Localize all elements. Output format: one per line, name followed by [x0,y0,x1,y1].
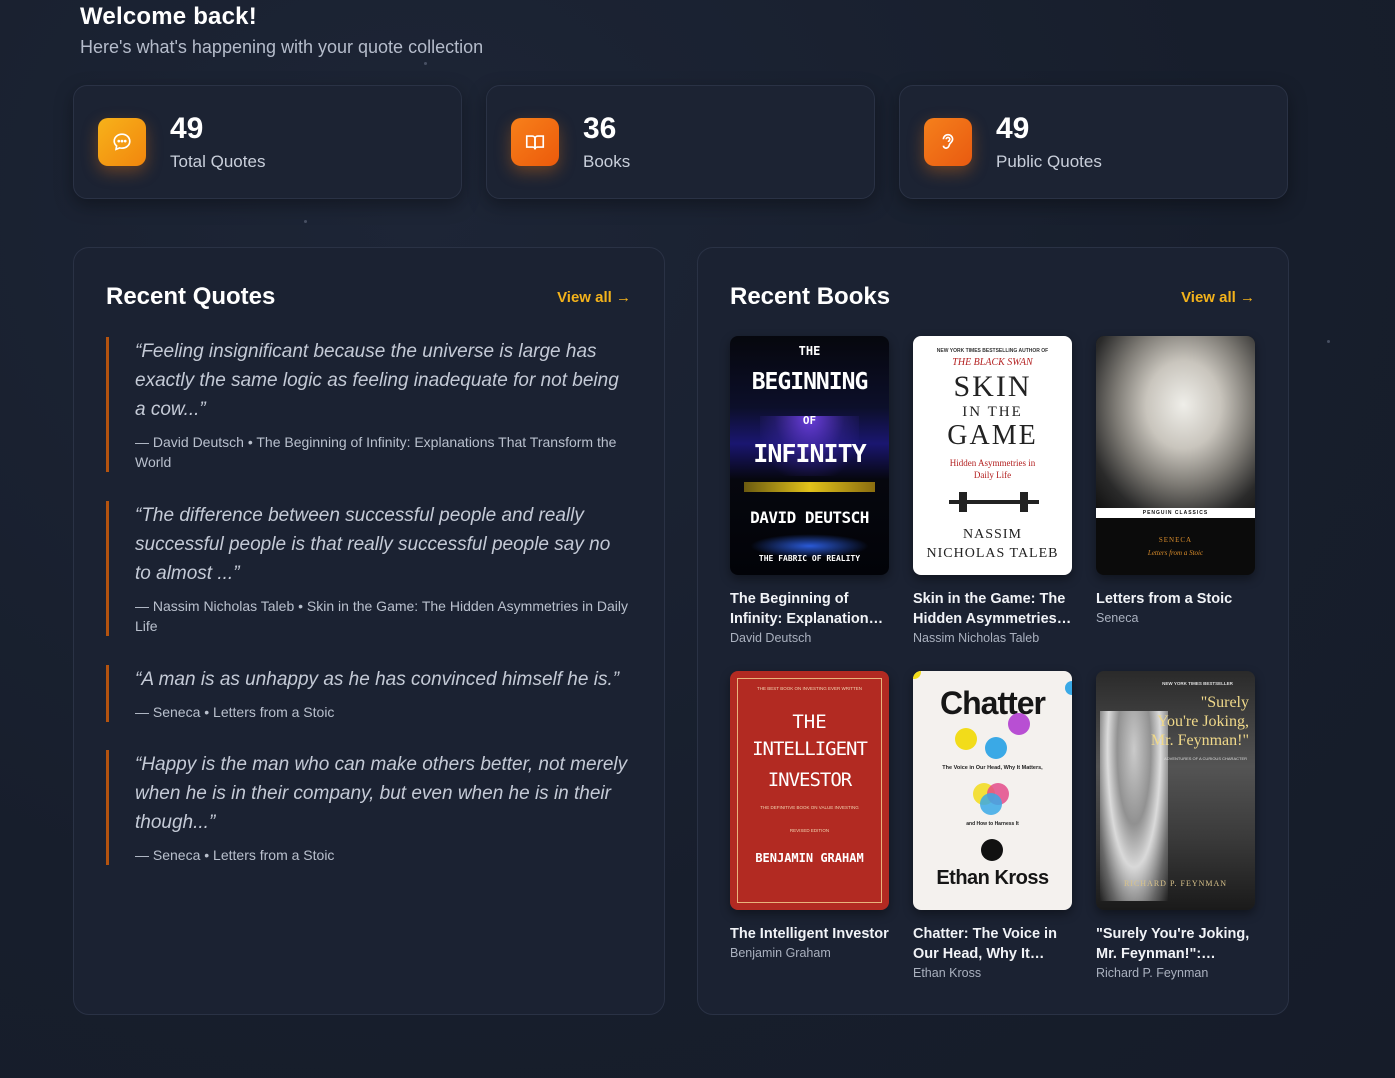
cover-text: SENECA [1158,536,1193,544]
cover-text: IN THE [962,404,1023,420]
quote-text: “The difference between successful peopl… [135,505,611,584]
page-title: Welcome back! [80,3,257,30]
book-cover: PENGUIN CLASSICS SENECA Letters from a S… [1096,336,1255,575]
quote-item[interactable]: “Feeling insignificant because the unive… [106,337,631,472]
recent-quotes-title: Recent Quotes [106,283,276,310]
recent-books-title: Recent Books [730,283,891,310]
quote-text: “A man is as unhappy as he has convinced… [135,669,620,690]
background-star [304,220,307,223]
quote-item[interactable]: “Happy is the man who can make others be… [106,750,631,865]
cover-text: REVISED EDITION [789,828,830,833]
cover-text: DAVID DEUTSCH [750,508,869,527]
book-title: "Surely You're Joking, Mr. Feynman!": Ad… [1096,926,1250,962]
book-cover: THE BEGINNING OF INFINITY DAVID DEUTSCH … [730,336,889,575]
book-author: Seneca [1096,611,1139,625]
book-cover: THE BEST BOOK ON INVESTING EVER WRITTEN … [730,671,889,910]
welcome-header: Welcome back! Here's what's happening wi… [80,2,483,59]
quote-source: — David Deutsch • The Beginning of Infin… [135,434,617,470]
quote-text: “Feeling insignificant because the unive… [135,341,619,420]
cover-text: THE BLACK SWAN [952,357,1033,368]
book-title: Chatter: The Voice in Our Head, Why It M… [913,926,1057,962]
book-card[interactable]: NEW YORK TIMES BESTSELLING AUTHOR OF THE… [913,336,1073,645]
cover-text: The Voice in Our Head, Why It Matters, [942,765,1043,771]
quote-source: — Nassim Nicholas Taleb • Skin in the Ga… [135,598,629,634]
quote-item[interactable]: “The difference between successful peopl… [106,501,631,636]
quote-item[interactable]: “A man is as unhappy as he has convinced… [106,665,631,722]
book-author: Benjamin Graham [730,946,831,960]
cover-text: BENJAMIN GRAHAM [755,851,864,865]
book-title: The Intelligent Investor [730,926,889,942]
stat-label: Total Quotes [170,152,266,171]
recent-books-panel: Recent Books View all → THE BEGINNING OF… [697,247,1289,1015]
bust-image [1096,336,1255,508]
view-all-quotes-link[interactable]: View all → [557,289,631,306]
quote-text: “Happy is the man who can make others be… [135,754,628,833]
cover-text: and How to Harness It [966,821,1019,827]
book-card[interactable]: THE BEST BOOK ON INVESTING EVER WRITTEN … [730,671,890,960]
cover-text: NASSIM [963,527,1022,542]
stat-value: 49 [170,112,204,145]
stat-label: Public Quotes [996,152,1102,171]
stat-card-total-quotes[interactable]: 49 Total Quotes [73,85,462,199]
cover-text: GAME [947,420,1038,451]
recent-quotes-panel: Recent Quotes View all → “Feeling insign… [73,247,665,1015]
cover-text: "Surely [1200,694,1249,711]
stat-card-books[interactable]: 36 Books [486,85,875,199]
cover-text: RICHARD P. FEYNMAN [1123,879,1228,888]
cover-text: Chatter [939,685,1046,721]
cover-text: THE [798,344,821,358]
ear-icon [924,118,972,166]
book-card[interactable]: THE BEGINNING OF INFINITY DAVID DEUTSCH … [730,336,890,645]
book-title: Letters from a Stoic [1096,591,1233,607]
book-card[interactable]: Chatter The Voice in Our Head, Why It Ma… [913,671,1073,980]
stat-label: Books [583,152,631,171]
background-star [424,62,427,65]
cover-text: You're Joking, [1157,713,1249,730]
cover-text: OF [802,414,817,427]
book-cover: Chatter The Voice in Our Head, Why It Ma… [913,671,1072,910]
cover-text: THE FABRIC OF REALITY [758,554,861,563]
background-star [1327,340,1330,343]
page-subtitle: Here's what's happening with your quote … [80,37,484,57]
quote-source: — Seneca • Letters from a Stoic [135,847,335,863]
book-title: The Beginning of Infinity: Explanations … [730,591,877,627]
cover-text: THE BEST BOOK ON INVESTING EVER WRITTEN [757,686,862,691]
book-author: Nassim Nicholas Taleb [913,631,1040,645]
book-author: Ethan Kross [913,966,982,980]
stat-value: 49 [996,112,1030,145]
book-author: Richard P. Feynman [1096,966,1209,980]
book-card[interactable]: NEW YORK TIMES BESTSELLER "Surely You're… [1096,671,1256,980]
view-all-books-link[interactable]: View all → [1181,289,1255,306]
cover-text: INVESTOR [767,769,853,791]
cover-text: THE DEFINITIVE BOOK ON VALUE INVESTING [760,805,859,810]
cover-text: INTELLIGENT [752,738,868,760]
book-card[interactable]: PENGUIN CLASSICS SENECA Letters from a S… [1096,336,1256,625]
cover-text: NEW YORK TIMES BESTSELLING AUTHOR OF [936,348,1049,354]
cover-text: NEW YORK TIMES BESTSELLER [1162,681,1233,686]
cover-text: PENGUIN CLASSICS [1142,510,1209,516]
quote-source: — Seneca • Letters from a Stoic [135,704,335,720]
cover-text: Ethan Kross [936,867,1049,889]
cover-text: Hidden Asymmetries in Daily Life [949,458,1036,480]
chat-bubble-icon [98,118,146,166]
book-author: David Deutsch [730,631,812,645]
cover-text: SKIN [953,370,1032,403]
book-cover: NEW YORK TIMES BESTSELLING AUTHOR OF THE… [913,336,1072,575]
stat-card-public-quotes[interactable]: 49 Public Quotes [899,85,1288,199]
stat-value: 36 [583,112,617,145]
cover-text: THE [792,711,827,733]
cover-text: Mr. Feynman!" [1150,732,1249,749]
open-book-icon [511,118,559,166]
cover-text: NICHOLAS TALEB [926,546,1059,561]
cover-text: INFINITY [753,439,866,468]
book-cover: NEW YORK TIMES BESTSELLER "Surely You're… [1096,671,1255,910]
cover-text: ADVENTURES OF A CURIOUS CHARACTER [1164,756,1247,761]
cover-text: Letters from a Stoic [1147,549,1204,557]
cover-text: BEGINNING [751,369,869,395]
book-title: Skin in the Game: The Hidden Asymmetries… [913,591,1066,627]
